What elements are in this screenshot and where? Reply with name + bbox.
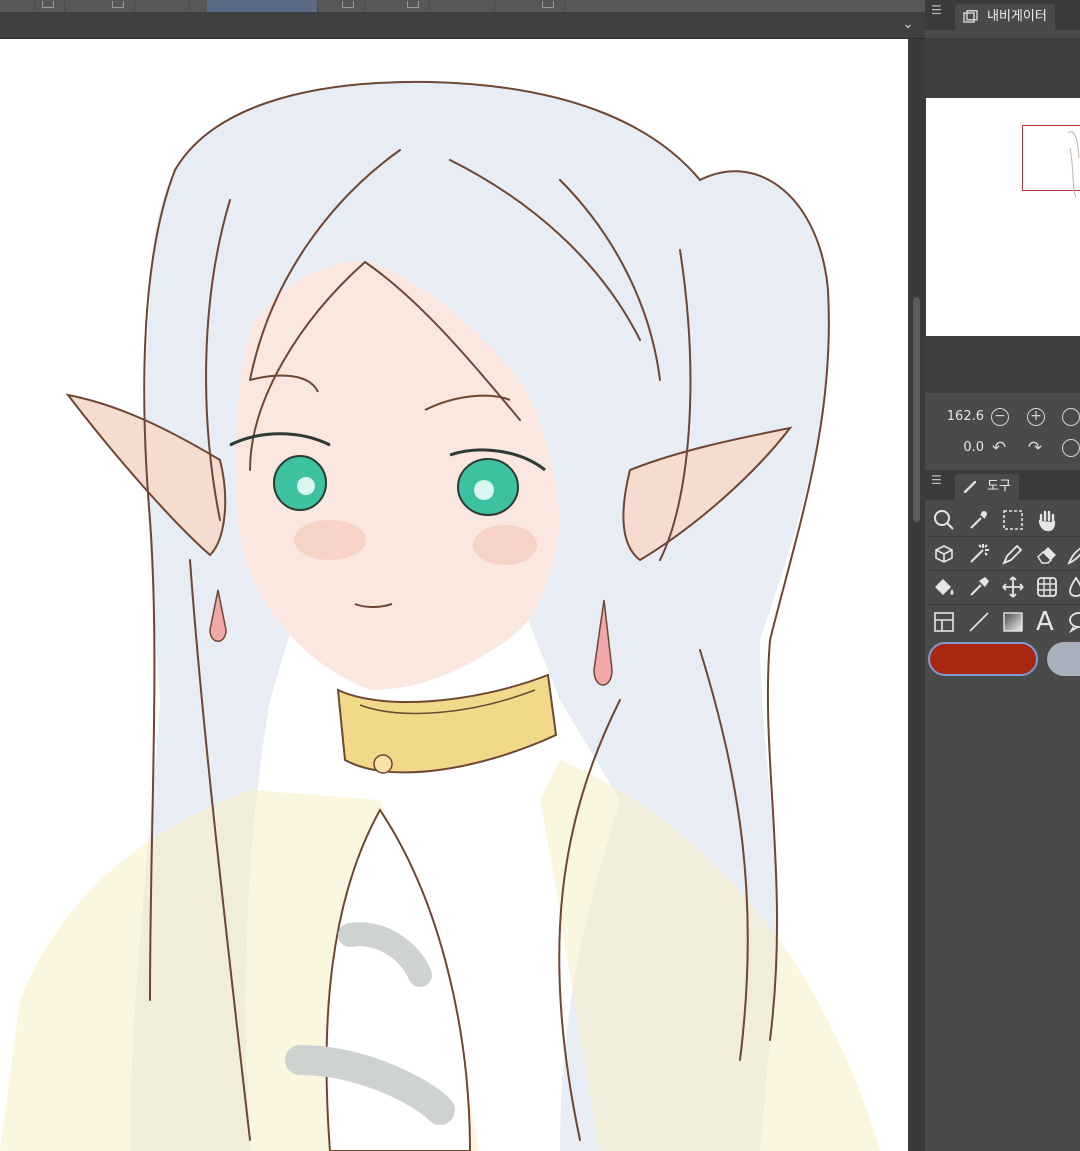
text-tool-glyph: A: [1036, 607, 1054, 637]
drawing-canvas[interactable]: [0, 39, 908, 1151]
line-tool-icon[interactable]: [962, 606, 996, 638]
sub-color-swatch[interactable]: [1047, 642, 1080, 676]
tab-label: 내비게이터: [987, 9, 1047, 24]
panel-menu-icon[interactable]: ☰: [931, 473, 942, 487]
toolbar-button[interactable]: [100, 0, 135, 12]
zoom-value: 162.6: [946, 409, 984, 424]
rotate-left-icon[interactable]: ↶: [989, 438, 1009, 458]
tab-label: 도구: [987, 479, 1011, 494]
main-color-swatch[interactable]: [928, 642, 1038, 676]
canvas-scrollbar[interactable]: [908, 39, 925, 1151]
layers-icon: [963, 10, 978, 23]
fill-tool-icon[interactable]: [927, 571, 961, 603]
toolbar-button[interactable]: [460, 0, 495, 12]
top-toolbar: ⌄: [0, 0, 925, 39]
right-panel: ☰ 내비게이터 162.6 − + 0.0 ↶ ↷ ☰ 도구 A: [925, 0, 1080, 1151]
move-tool-icon[interactable]: [996, 571, 1030, 603]
rotation-value: 0.0: [963, 440, 984, 455]
tab-tools[interactable]: 도구: [955, 474, 1019, 500]
eyedropper-tool-icon[interactable]: [962, 504, 996, 536]
tool-row: [925, 537, 1080, 571]
auto-select-tool-icon[interactable]: [962, 538, 996, 570]
toolbar-button[interactable]: [530, 0, 565, 12]
frame-tool-icon[interactable]: [927, 606, 961, 638]
illustration: [0, 80, 880, 1151]
eraser-tool-icon[interactable]: [1030, 538, 1064, 570]
toolbar-button[interactable]: [155, 0, 190, 12]
zoom-row: 162.6 − +: [925, 402, 1080, 432]
object-tool-icon[interactable]: [927, 538, 961, 570]
gradient-tool-icon[interactable]: [996, 606, 1030, 638]
hand-tool-icon[interactable]: [1030, 504, 1064, 536]
zoom-out-icon[interactable]: −: [991, 408, 1009, 426]
fit-view-icon[interactable]: [1062, 408, 1080, 426]
navigator-header: ☰ 내비게이터: [925, 0, 1080, 30]
tool-row: [925, 570, 1080, 604]
grid-tool-icon[interactable]: [1030, 571, 1064, 603]
preview-thumbnail: [1067, 131, 1080, 198]
toolbar-button[interactable]: [30, 0, 65, 12]
text-tool-icon[interactable]: A: [1030, 606, 1064, 638]
chevron-down-icon[interactable]: ⌄: [898, 14, 918, 34]
water-tool-icon[interactable]: [1061, 571, 1080, 603]
tool-row: A: [925, 605, 1080, 639]
navigator-view[interactable]: [925, 38, 1080, 393]
reset-rotation-icon[interactable]: [1062, 439, 1080, 457]
toolbar-button[interactable]: [330, 0, 365, 12]
brush-icon: [963, 480, 977, 493]
panel-menu-icon[interactable]: ☰: [931, 3, 942, 17]
blend-tool-icon[interactable]: [962, 571, 996, 603]
zoom-in-icon[interactable]: +: [1027, 408, 1045, 426]
rotation-row: 0.0 ↶ ↷: [925, 433, 1080, 463]
tool-row: [925, 503, 1080, 537]
toolbar-button[interactable]: [395, 0, 430, 12]
zoom-tool-icon[interactable]: [927, 504, 961, 536]
navigator-preview[interactable]: [926, 98, 1080, 336]
tools-header: ☰ 도구: [925, 470, 1080, 500]
toolbar-button-active[interactable]: [207, 0, 318, 12]
tab-navigator[interactable]: 내비게이터: [955, 4, 1055, 30]
balloon-tool-icon[interactable]: [1061, 606, 1080, 638]
brush-tool-icon[interactable]: [1061, 538, 1080, 570]
rotate-right-icon[interactable]: ↷: [1025, 438, 1045, 458]
toolbar-strip: [0, 0, 925, 12]
scrollbar-thumb[interactable]: [913, 297, 920, 522]
selection-tool-icon[interactable]: [996, 504, 1030, 536]
pen-tool-icon[interactable]: [996, 538, 1030, 570]
